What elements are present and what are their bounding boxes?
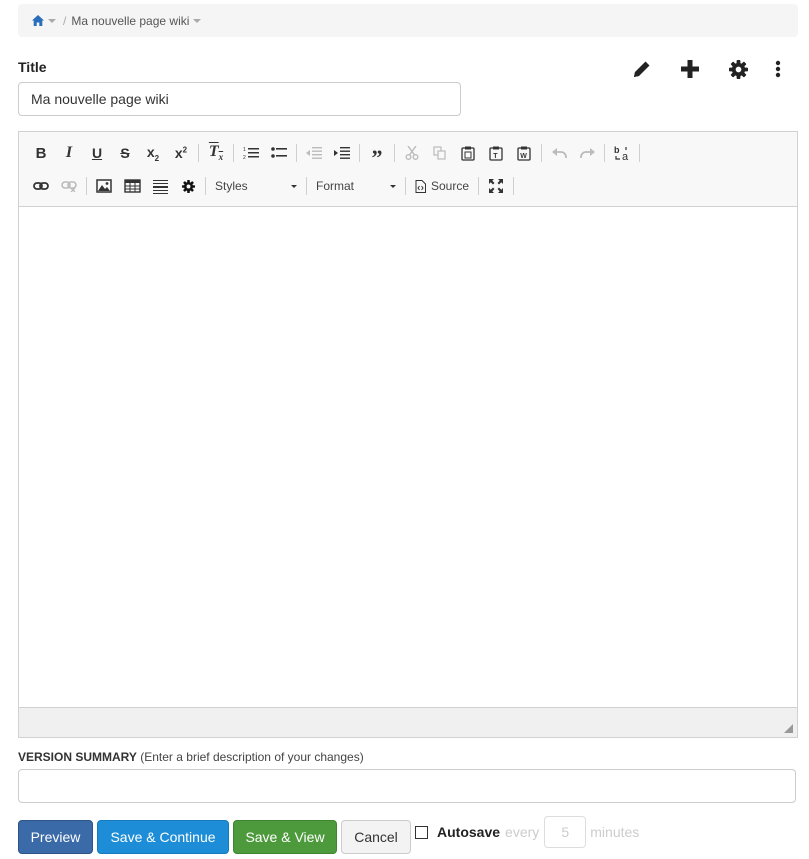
autosave-label: Autosave xyxy=(437,824,501,840)
home-icon[interactable] xyxy=(32,15,44,26)
source-button[interactable]: Source xyxy=(409,174,475,198)
autosave-control: Autosave every minutes xyxy=(415,815,639,849)
toolbar-separator xyxy=(233,144,234,162)
editor-content-area[interactable] xyxy=(19,207,797,707)
toolbar-separator xyxy=(359,144,360,162)
breadcrumb: / Ma nouvelle page wiki xyxy=(18,4,798,37)
table-icon[interactable] xyxy=(118,174,146,198)
add-button[interactable] xyxy=(666,56,714,82)
link-icon[interactable] xyxy=(27,174,55,198)
autosave-minutes-text: minutes xyxy=(590,824,640,840)
cancel-button[interactable]: Cancel xyxy=(341,820,411,854)
unlink-icon[interactable] xyxy=(55,174,83,198)
undo-icon[interactable] xyxy=(545,141,573,165)
toolbar-separator xyxy=(478,177,480,195)
version-summary-label: VERSION SUMMARY (Enter a brief descripti… xyxy=(18,750,364,764)
bulleted-list-icon[interactable] xyxy=(265,141,293,165)
toolbar-separator xyxy=(198,144,199,162)
plus-icon xyxy=(681,60,699,78)
gear-icon xyxy=(728,59,748,79)
styles-dropdown[interactable]: Styles xyxy=(209,174,303,198)
image-icon[interactable] xyxy=(90,174,118,198)
save-continue-button[interactable]: Save & Continue xyxy=(97,820,229,854)
toolbar-row-2: Styles Format Source xyxy=(27,173,517,199)
autosave-every-text: every xyxy=(505,824,540,840)
format-dropdown[interactable]: Format xyxy=(310,174,402,198)
resize-handle-icon[interactable] xyxy=(784,724,793,733)
toolbar-separator xyxy=(86,177,87,195)
source-button-label: Source xyxy=(431,179,470,193)
toolbar-separator xyxy=(604,144,605,162)
page-caret-icon[interactable] xyxy=(193,18,202,23)
toolbar-separator xyxy=(394,144,395,162)
maximize-icon[interactable] xyxy=(482,174,510,198)
page-actions xyxy=(618,56,794,82)
title-input[interactable] xyxy=(18,82,461,116)
save-view-button[interactable]: Save & View xyxy=(233,820,337,854)
paste-icon[interactable] xyxy=(454,141,482,165)
toolbar-separator xyxy=(405,177,406,195)
paste-word-icon[interactable]: W xyxy=(510,141,538,165)
toolbar-separator xyxy=(306,177,307,195)
find-replace-icon[interactable]: ba xyxy=(608,141,636,165)
decrease-indent-icon[interactable] xyxy=(300,141,328,165)
toolbar-separator xyxy=(639,144,640,162)
editor-toolbar: B I U S x2 x2 Tx 12 ” T W b a Styles For… xyxy=(19,132,797,207)
more-options-button[interactable] xyxy=(762,56,794,82)
rich-text-editor: B I U S x2 x2 Tx 12 ” T W b a Styles For… xyxy=(18,131,798,738)
increase-indent-icon[interactable] xyxy=(328,141,356,165)
autosave-interval-input[interactable] xyxy=(544,816,587,848)
svg-text:b: b xyxy=(614,145,620,155)
remove-format-icon[interactable]: Tx xyxy=(202,141,230,165)
styles-caret-icon xyxy=(291,184,297,188)
pencil-icon xyxy=(634,61,650,77)
toolbar-separator xyxy=(513,177,515,195)
italic-icon[interactable]: I xyxy=(55,141,83,165)
styles-dropdown-label: Styles xyxy=(215,179,248,193)
title-label: Title xyxy=(18,59,47,75)
version-summary-title: VERSION SUMMARY xyxy=(18,750,137,764)
svg-text:T: T xyxy=(493,153,498,160)
toolbar-separator xyxy=(296,144,297,162)
toolbar-separator xyxy=(205,177,206,195)
bold-icon[interactable]: B xyxy=(27,141,55,165)
editor-statusbar xyxy=(19,707,797,737)
strikethrough-icon[interactable]: S xyxy=(111,141,139,165)
svg-text:W: W xyxy=(520,153,527,160)
format-dropdown-label: Format xyxy=(316,179,355,193)
redo-icon[interactable] xyxy=(573,141,601,165)
toolbar-separator xyxy=(541,144,542,162)
format-caret-icon xyxy=(390,184,396,188)
preview-button[interactable]: Preview xyxy=(18,820,93,854)
svg-text:a: a xyxy=(622,151,629,161)
settings-button[interactable] xyxy=(714,56,762,82)
toolbar-row-1: B I U S x2 x2 Tx 12 ” T W b a xyxy=(27,140,643,168)
copy-icon[interactable] xyxy=(426,141,454,165)
breadcrumb-separator: / xyxy=(63,13,67,28)
plugin-settings-gear-icon[interactable] xyxy=(174,174,202,198)
superscript-icon[interactable]: x2 xyxy=(167,141,195,165)
paste-text-icon[interactable]: T xyxy=(482,141,510,165)
source-icon xyxy=(415,179,426,193)
autosave-checkbox[interactable] xyxy=(415,825,428,839)
horizontal-line-icon[interactable] xyxy=(146,174,174,198)
subscript-icon[interactable]: x2 xyxy=(139,141,167,165)
edit-button[interactable] xyxy=(618,56,666,82)
underline-icon[interactable]: U xyxy=(83,141,111,165)
vertical-dots-icon xyxy=(775,60,781,78)
version-summary-input[interactable] xyxy=(18,769,796,803)
svg-text:2: 2 xyxy=(243,155,246,160)
svg-text:1: 1 xyxy=(243,147,246,153)
numbered-list-icon[interactable]: 12 xyxy=(237,141,265,165)
home-caret-icon[interactable] xyxy=(48,18,56,23)
breadcrumb-current-page[interactable]: Ma nouvelle page wiki xyxy=(71,14,189,28)
blockquote-icon[interactable]: ” xyxy=(363,141,391,168)
cut-icon[interactable] xyxy=(398,141,426,165)
version-summary-hint: (Enter a brief description of your chang… xyxy=(140,750,364,764)
